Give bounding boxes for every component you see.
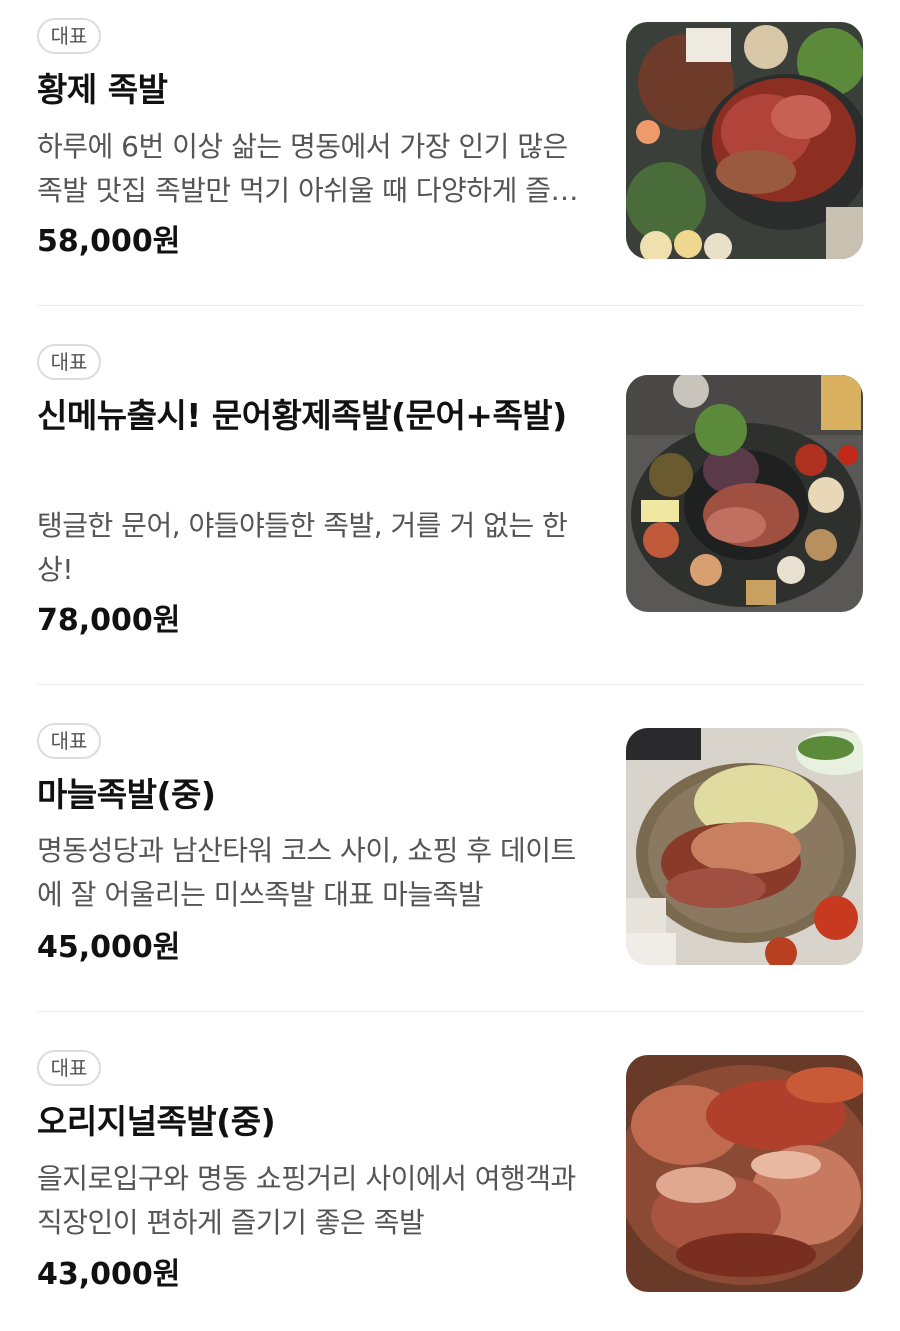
menu-item[interactable]: 대표 황제 족발 하루에 6번 이상 삶는 명동에서 가장 인기 많은 족발 맛… [0,0,900,305]
menu-item-price: 58,000원 [37,224,181,259]
menu-item-name: 오리지널족발(중) [37,1102,276,1141]
menu-item[interactable]: 대표 마늘족발(중) 명동성당과 남산타워 코스 사이, 쇼핑 후 데이트에 잘… [0,685,900,1011]
menu-item-description: 을지로입구와 명동 쇼핑거리 사이에서 여행객과 직장인이 편하게 즐기기 좋은… [37,1162,576,1239]
representative-badge: 대표 [37,1050,101,1086]
menu-item-name: 신메뉴출시! 문어황제족발(문어+족발) [37,396,567,435]
menu-item-photo[interactable] [626,1055,863,1292]
menu-item-description: 명동성당과 남산타워 코스 사이, 쇼핑 후 데이트에 잘 어울리는 미쓰족발 … [37,834,576,911]
representative-badge: 대표 [37,344,101,380]
menu-item-photo[interactable] [626,22,863,259]
representative-badge: 대표 [37,723,101,759]
menu-item-price: 43,000원 [37,1257,181,1292]
menu-item[interactable]: 대표 신메뉴출시! 문어황제족발(문어+족발) 탱글한 문어, 야들야들한 족발… [0,306,900,684]
menu-item-name: 마늘족발(중) [37,775,216,814]
menu-item-price: 78,000원 [37,603,181,638]
menu-item-photo[interactable] [626,375,863,612]
menu-item-price: 45,000원 [37,930,181,965]
menu-list: 대표 황제 족발 하루에 6번 이상 삶는 명동에서 가장 인기 많은 족발 맛… [0,0,900,1331]
menu-item-name: 황제 족발 [37,70,168,109]
menu-item-photo[interactable] [626,728,863,965]
menu-item-description: 하루에 6번 이상 삶는 명동에서 가장 인기 많은 족발 맛집 족발만 먹기 … [37,130,576,207]
representative-badge: 대표 [37,18,101,54]
menu-item[interactable]: 대표 오리지널족발(중) 을지로입구와 명동 쇼핑거리 사이에서 여행객과 직장… [0,1012,900,1331]
menu-item-description: 탱글한 문어, 야들야들한 족발, 거를 거 없는 한 상! [37,509,568,586]
